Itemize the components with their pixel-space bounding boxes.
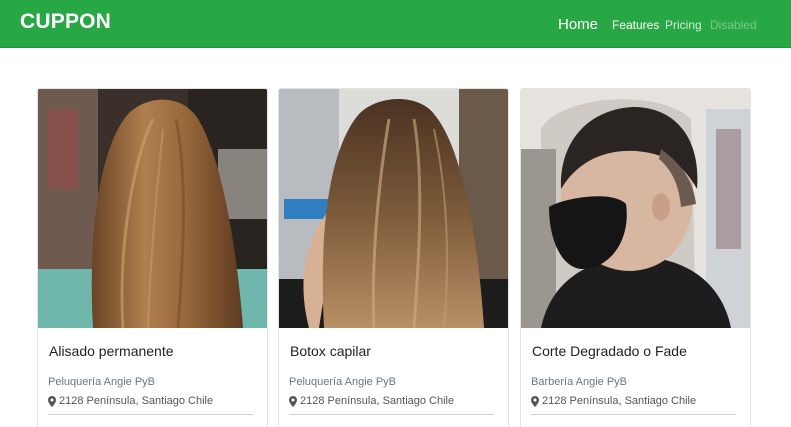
map-pin-icon [289, 395, 297, 407]
business-name: Peluquería Angie PyB [48, 376, 156, 388]
service-photo[interactable] [279, 89, 508, 328]
balayage-hair-photo [279, 89, 508, 328]
service-title[interactable]: Corte Degradado o Fade [532, 343, 687, 359]
address-text: 2128 Península, Santiago Chile [300, 395, 455, 407]
nav-link-home[interactable]: Home [558, 16, 598, 33]
card-divider [531, 414, 736, 415]
business-name: Peluquería Angie PyB [289, 376, 397, 388]
service-card[interactable]: Corte Degradado o Fade Barbería Angie Py… [520, 88, 751, 427]
brand-logo-link[interactable]: CUPPON [20, 10, 111, 34]
straight-long-hair-photo [38, 89, 267, 328]
service-photo[interactable] [38, 89, 267, 328]
address-text: 2128 Península, Santiago Chile [59, 395, 214, 407]
business-address: 2128 Península, Santiago Chile [289, 395, 454, 407]
top-navbar: CUPPON Home Features Pricing Disabled [0, 0, 791, 48]
business-address: 2128 Península, Santiago Chile [48, 395, 213, 407]
service-title[interactable]: Alisado permanente [49, 343, 174, 359]
nav-link-pricing[interactable]: Pricing [665, 18, 702, 32]
nav-link-features[interactable]: Features [612, 18, 659, 32]
map-pin-icon [48, 395, 56, 407]
nav-link-disabled: Disabled [710, 18, 757, 32]
card-divider [289, 414, 494, 415]
card-divider [48, 414, 253, 415]
service-card[interactable]: Botox capilar Peluquería Angie PyB 2128 … [278, 88, 509, 427]
business-address: 2128 Península, Santiago Chile [531, 395, 696, 407]
service-photo[interactable] [521, 89, 750, 328]
address-text: 2128 Península, Santiago Chile [542, 395, 697, 407]
map-pin-icon [531, 395, 539, 407]
service-card[interactable]: Alisado permanente Peluquería Angie PyB … [37, 88, 268, 427]
fade-haircut-photo [521, 89, 750, 328]
service-title[interactable]: Botox capilar [290, 343, 371, 359]
business-name: Barbería Angie PyB [531, 376, 628, 388]
